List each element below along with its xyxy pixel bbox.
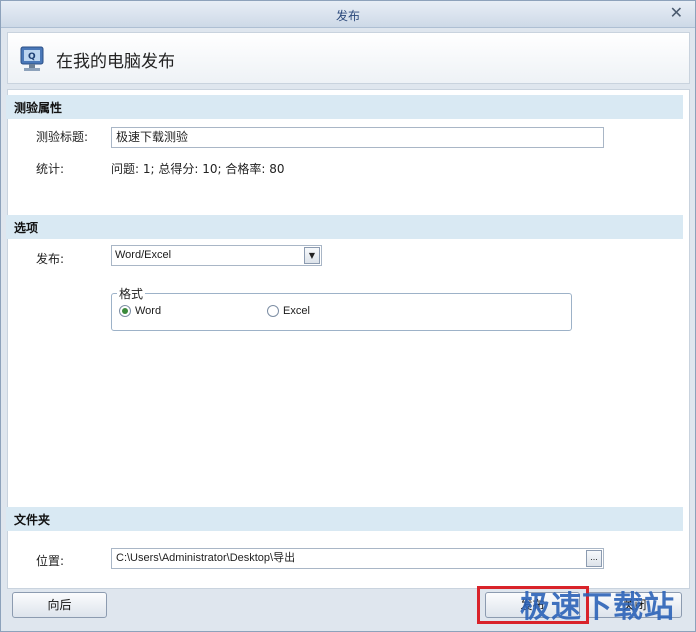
radio-word-label: Word bbox=[135, 305, 162, 317]
radio-excel-indicator[interactable] bbox=[267, 305, 279, 317]
close-icon[interactable]: ✕ bbox=[670, 4, 683, 22]
radio-word-indicator[interactable] bbox=[119, 305, 131, 317]
chevron-down-icon[interactable]: ▼ bbox=[304, 247, 320, 264]
watermark-text: 极速下载站 bbox=[520, 590, 675, 625]
svg-text:Q: Q bbox=[28, 52, 36, 62]
location-label: 位置: bbox=[36, 554, 65, 568]
publish-label: 发布: bbox=[36, 252, 65, 266]
back-button[interactable]: 向后 bbox=[12, 592, 107, 618]
browse-button[interactable]: ... bbox=[586, 550, 602, 567]
publish-format-value: Word/Excel bbox=[115, 249, 172, 261]
window-title: 发布 bbox=[335, 9, 360, 23]
radio-word[interactable]: Word bbox=[119, 305, 161, 317]
quiz-title-input[interactable]: 极速下载测验 bbox=[111, 127, 604, 148]
section-properties-heading: 测验属性 bbox=[14, 101, 63, 115]
page-title: 在我的电脑发布 bbox=[56, 52, 175, 72]
format-legend: 格式 bbox=[117, 285, 146, 302]
format-groupbox: 格式 Word Excel bbox=[111, 285, 572, 331]
page-header: Q 在我的电脑发布 bbox=[7, 32, 690, 84]
stats-value: 问题: 1; 总得分: 10; 合格率: 80 bbox=[111, 162, 285, 176]
section-properties: 测验属性 bbox=[6, 95, 683, 119]
location-value: C:\Users\Administrator\Desktop\导出 bbox=[116, 552, 296, 564]
section-folder-heading: 文件夹 bbox=[14, 513, 51, 527]
computer-publish-icon: Q bbox=[20, 46, 44, 71]
quiz-title-label: 测验标题: bbox=[36, 130, 89, 144]
section-options: 选项 bbox=[6, 215, 683, 239]
stats-label: 统计: bbox=[36, 162, 65, 176]
location-input[interactable]: C:\Users\Administrator\Desktop\导出 ... bbox=[111, 548, 604, 569]
radio-excel-label: Excel bbox=[283, 305, 310, 317]
publish-format-select[interactable]: Word/Excel ▼ bbox=[111, 245, 322, 266]
radio-excel[interactable]: Excel bbox=[267, 305, 310, 317]
section-options-heading: 选项 bbox=[14, 221, 39, 235]
title-bar: 发布 ✕ bbox=[1, 1, 695, 28]
section-folder: 文件夹 bbox=[6, 507, 683, 531]
